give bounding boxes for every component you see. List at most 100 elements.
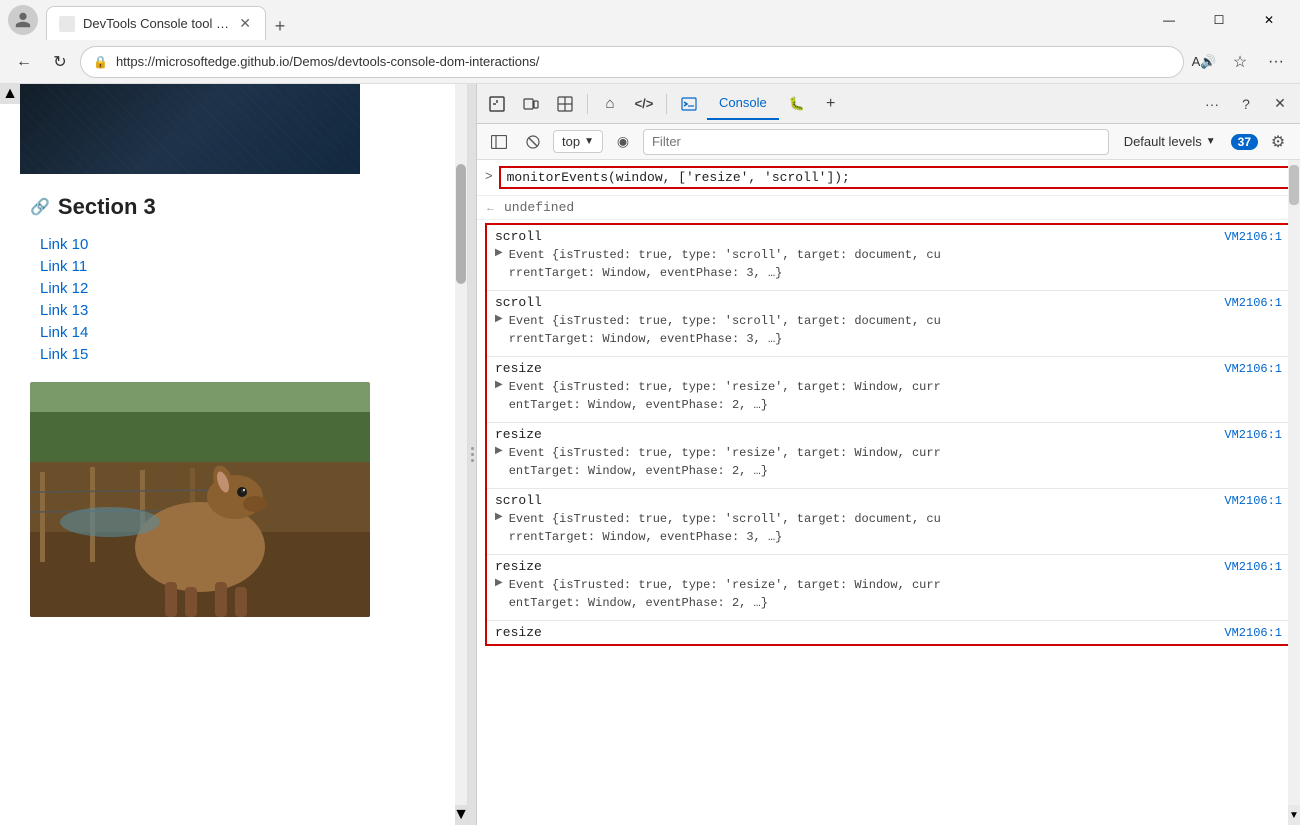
console-input-area: > monitorEvents(window, ['resize', 'scro… (477, 160, 1300, 196)
console-tab[interactable]: Console (707, 88, 779, 120)
performance-button[interactable]: 🐛 (781, 88, 813, 120)
scroll-down-button[interactable]: ▼ (455, 805, 467, 825)
filter-input[interactable] (643, 129, 1109, 155)
elements-button[interactable] (549, 88, 581, 120)
tab-strip: DevTools Console tool DOM inte ✕ + (46, 0, 1138, 40)
more-options-button[interactable]: ··· (1260, 46, 1292, 78)
tab-favicon (59, 16, 75, 32)
event-detail-text-4: Event {isTrusted: true, type: 'resize', … (509, 444, 941, 480)
hero-image (20, 84, 360, 174)
console-command[interactable]: monitorEvents(window, ['resize', 'scroll… (499, 166, 1292, 189)
resize-handle[interactable] (468, 84, 476, 825)
event-detail-text-2: Event {isTrusted: true, type: 'scroll', … (509, 312, 941, 348)
expand-arrow-6[interactable]: ▶ (495, 577, 503, 588)
maximize-button[interactable]: ☐ (1196, 4, 1242, 36)
page-link-15[interactable]: Link 15 (40, 346, 88, 363)
event-type-4: resize (495, 427, 542, 442)
devtools-panel: ⌂ </> Console 🐛 + ··· ? ✕ (476, 84, 1300, 825)
deer-svg (30, 382, 370, 617)
event-source-5[interactable]: VM2106:1 (1224, 494, 1282, 508)
scroll-up-button[interactable]: ▲ (0, 84, 20, 104)
devtools-toolbar: ⌂ </> Console 🐛 + ··· ? ✕ (477, 84, 1300, 124)
levels-label: Default levels (1124, 134, 1202, 149)
event-header-5: scroll VM2106:1 (495, 493, 1282, 508)
show-sidebar-button[interactable] (485, 128, 513, 156)
profile-icon[interactable] (8, 5, 38, 35)
refresh-button[interactable]: ↻ (44, 46, 76, 78)
page-link-13[interactable]: Link 13 (40, 302, 88, 319)
devtools-close-button[interactable]: ✕ (1264, 88, 1296, 120)
result-value: undefined (504, 200, 574, 215)
event-header-3: resize VM2106:1 (495, 361, 1282, 376)
expand-arrow-3[interactable]: ▶ (495, 379, 503, 390)
inspect-element-button[interactable] (481, 88, 513, 120)
event-source-4[interactable]: VM2106:1 (1224, 428, 1282, 442)
address-bar[interactable]: 🔒 https://microsoftedge.github.io/Demos/… (80, 46, 1184, 78)
context-selector[interactable]: top ▼ (553, 130, 603, 153)
close-button[interactable]: ✕ (1246, 4, 1292, 36)
minimize-button[interactable]: — (1146, 4, 1192, 36)
event-header-1: scroll VM2106:1 (495, 229, 1282, 244)
expand-arrow-5[interactable]: ▶ (495, 511, 503, 522)
read-aloud-button[interactable]: A🔊 (1188, 46, 1220, 78)
section-heading: 🔗 Section 3 (30, 194, 437, 220)
page-link-14[interactable]: Link 14 (40, 324, 88, 341)
event-source-2[interactable]: VM2106:1 (1224, 296, 1282, 310)
event-source-6[interactable]: VM2106:1 (1224, 560, 1282, 574)
list-item: Link 13 (40, 302, 437, 320)
home-button[interactable]: ⌂ (594, 88, 626, 120)
title-bar: DevTools Console tool DOM inte ✕ + — ☐ ✕ (0, 0, 1300, 40)
browser-window: DevTools Console tool DOM inte ✕ + — ☐ ✕… (0, 0, 1300, 825)
event-type-3: resize (495, 361, 542, 376)
devtools-scroll-down[interactable]: ▼ (1288, 805, 1300, 825)
scrollbar-thumb[interactable] (456, 164, 466, 284)
page-link-11[interactable]: Link 11 (40, 258, 87, 275)
list-item: Link 12 (40, 280, 437, 298)
devtools-scrollbar-thumb[interactable] (1289, 165, 1299, 205)
help-button[interactable]: ? (1230, 88, 1262, 120)
section-title: Section 3 (58, 194, 156, 220)
expand-arrow-1[interactable]: ▶ (495, 247, 503, 258)
clear-console-button[interactable] (519, 128, 547, 156)
event-header-2: scroll VM2106:1 (495, 295, 1282, 310)
new-tab-button[interactable]: + (266, 12, 294, 40)
page-link-12[interactable]: Link 12 (40, 280, 88, 297)
console-settings-button[interactable]: ⚙ (1264, 128, 1292, 156)
event-detail-6: ▶ Event {isTrusted: true, type: 'resize'… (495, 574, 1282, 616)
event-detail-text-3: Event {isTrusted: true, type: 'resize', … (509, 378, 941, 414)
event-type-2: scroll (495, 295, 542, 310)
list-item: Link 11 (40, 258, 437, 276)
console-toolbar: top ▼ ◉ Default levels ▼ 37 ⚙ (477, 124, 1300, 160)
tab-close-button[interactable]: ✕ (237, 13, 253, 34)
event-source-7[interactable]: VM2106:1 (1224, 626, 1282, 640)
tab-title: DevTools Console tool DOM inte (83, 16, 229, 31)
expand-arrow-2[interactable]: ▶ (495, 313, 503, 324)
page-link-10[interactable]: Link 10 (40, 236, 88, 253)
event-source-1[interactable]: VM2106:1 (1224, 230, 1282, 244)
event-type-7: resize (495, 625, 542, 640)
links-list: Link 10 Link 11 Link 12 Link 13 Link 14 … (40, 236, 437, 364)
source-button[interactable]: </> (628, 88, 660, 120)
event-detail-4: ▶ Event {isTrusted: true, type: 'resize'… (495, 442, 1282, 484)
main-area: ▲ 🔗 Section 3 Link 10 Link 11 Link 12 Li… (0, 84, 1300, 825)
more-tools-button[interactable]: ··· (1196, 88, 1228, 120)
active-tab[interactable]: DevTools Console tool DOM inte ✕ (46, 6, 266, 40)
device-emulation-button[interactable] (515, 88, 547, 120)
result-arrow: ← (485, 202, 496, 214)
url-text: https://microsoftedge.github.io/Demos/de… (116, 54, 1171, 69)
favorites-button[interactable]: ☆ (1224, 46, 1256, 78)
event-entry-1: scroll VM2106:1 ▶ Event {isTrusted: true… (487, 225, 1290, 291)
log-levels-selector[interactable]: Default levels ▼ (1115, 130, 1225, 153)
event-source-3[interactable]: VM2106:1 (1224, 362, 1282, 376)
live-expressions-button[interactable]: ◉ (609, 128, 637, 156)
hero-pattern (20, 84, 360, 174)
deer-image (30, 382, 370, 617)
back-button[interactable]: ← (8, 46, 40, 78)
event-type-6: resize (495, 559, 542, 574)
expand-arrow-4[interactable]: ▶ (495, 445, 503, 456)
list-item: Link 15 (40, 346, 437, 364)
event-detail-text-5: Event {isTrusted: true, type: 'scroll', … (509, 510, 941, 546)
add-tool-button[interactable]: + (815, 88, 847, 120)
webpage-content: 🔗 Section 3 Link 10 Link 11 Link 12 Link… (0, 174, 467, 637)
webpage-panel: ▲ 🔗 Section 3 Link 10 Link 11 Link 12 Li… (0, 84, 468, 825)
